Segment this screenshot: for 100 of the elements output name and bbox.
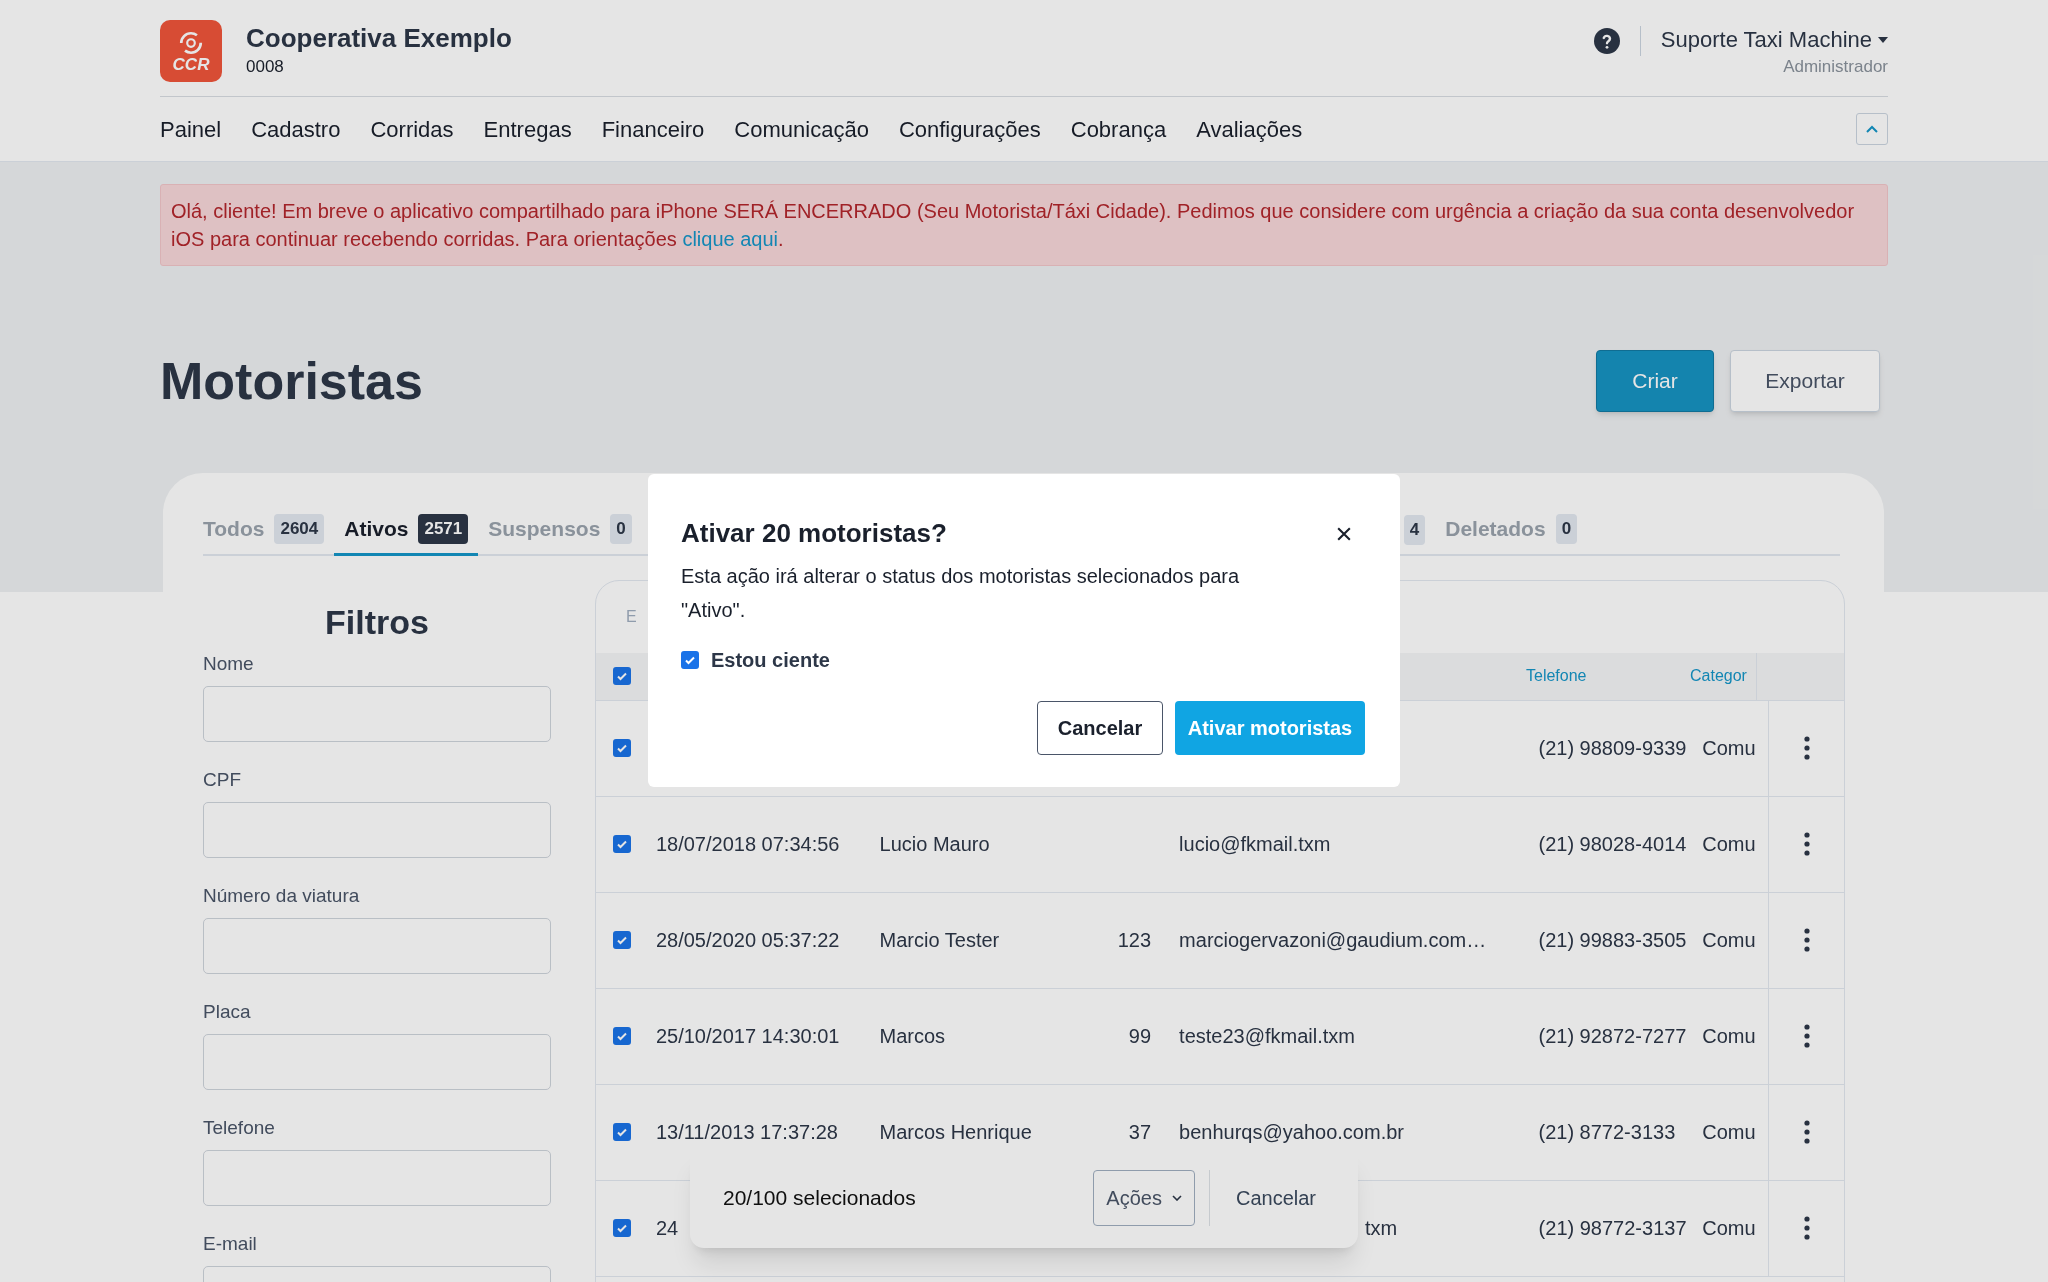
confirm-label: Estou ciente bbox=[711, 648, 830, 673]
date-cell: 25/10/2017 14:30:01 bbox=[655, 1025, 840, 1047]
phone-cell: (21) 98809-9339 bbox=[1538, 737, 1687, 759]
filter-field[interactable] bbox=[203, 917, 551, 974]
tab[interactable]: Suspensos 0 bbox=[488, 513, 632, 556]
collapse-button[interactable] bbox=[1856, 113, 1888, 145]
filter-label: Placa bbox=[203, 999, 252, 1024]
more-icon[interactable] bbox=[1803, 1216, 1810, 1240]
tab-count: 2604 bbox=[274, 514, 325, 544]
caret-icon bbox=[1878, 37, 1888, 43]
email-cell: txm bbox=[1364, 1217, 1398, 1239]
tab[interactable]: 4 bbox=[1403, 515, 1426, 556]
confirm-checkbox[interactable] bbox=[681, 651, 699, 669]
swirl-icon bbox=[178, 29, 204, 56]
close-icon[interactable] bbox=[1337, 526, 1351, 541]
category-cell: Comu bbox=[1702, 737, 1756, 759]
name-cell: Marcos bbox=[879, 1025, 946, 1047]
more-icon[interactable] bbox=[1803, 1024, 1810, 1048]
check-icon bbox=[684, 654, 696, 666]
filter-label: Telefone bbox=[203, 1115, 276, 1140]
more-icon[interactable] bbox=[1803, 832, 1810, 856]
filters-title: Filtros bbox=[324, 601, 430, 642]
category-cell: Comu bbox=[1702, 833, 1756, 855]
table-caption: E bbox=[626, 606, 637, 627]
export-button[interactable]: Exportar bbox=[1730, 350, 1880, 412]
tab[interactable]: Deletados 0 bbox=[1445, 513, 1578, 556]
tab-label: Todos bbox=[203, 516, 265, 542]
filter-field[interactable] bbox=[203, 1033, 551, 1090]
nav-link[interactable]: Avaliações bbox=[1196, 112, 1303, 146]
tab[interactable]: Todos 2604 bbox=[203, 513, 325, 556]
date-cell: 18/07/2018 07:34:56 bbox=[655, 833, 840, 855]
row-checkbox[interactable] bbox=[613, 1027, 631, 1045]
filter-label: CPF bbox=[203, 767, 242, 792]
filter-field[interactable] bbox=[203, 685, 551, 742]
actions-dropdown[interactable]: Ações bbox=[1093, 1170, 1195, 1226]
email-cell: lucio@fkmail.txm bbox=[1179, 833, 1331, 855]
phone-cell: (21) 8772-3133 bbox=[1538, 1121, 1676, 1143]
row-checkbox[interactable] bbox=[613, 739, 631, 757]
number-cell: 37 bbox=[1128, 1121, 1152, 1143]
nav-link[interactable]: Cadastro bbox=[251, 112, 341, 146]
column-header: Telefone bbox=[1526, 667, 1587, 684]
nav-link[interactable]: Entregas bbox=[483, 112, 572, 146]
tab-count: 4 bbox=[1403, 515, 1426, 545]
row-checkbox[interactable] bbox=[613, 835, 631, 853]
help-icon[interactable] bbox=[1593, 28, 1620, 54]
tab-count: 0 bbox=[610, 514, 632, 544]
email-cell: benhurqs@yahoo.com.br bbox=[1179, 1121, 1404, 1143]
dialog-title: Ativar 20 motoristas? bbox=[681, 517, 947, 550]
filter-label: E-mail bbox=[203, 1231, 258, 1256]
phone-cell: (21) 99883-3505 bbox=[1538, 929, 1687, 951]
tab-label: Suspensos bbox=[488, 516, 601, 542]
chevron-up-icon bbox=[1866, 125, 1878, 133]
tab-count: 2571 bbox=[418, 514, 469, 544]
more-icon[interactable] bbox=[1803, 928, 1810, 952]
email-cell: teste23@fkmail.txm bbox=[1179, 1025, 1355, 1047]
more-icon[interactable] bbox=[1803, 1120, 1810, 1144]
cancel-button[interactable]: Cancelar bbox=[1037, 701, 1163, 755]
user-role: Administrador bbox=[1783, 56, 1888, 78]
select-all-checkbox[interactable] bbox=[613, 667, 631, 685]
row-checkbox[interactable] bbox=[613, 1219, 631, 1237]
row-checkbox[interactable] bbox=[613, 1123, 631, 1141]
nav-link[interactable]: Corridas bbox=[370, 112, 454, 146]
check-icon bbox=[616, 742, 628, 754]
nav-link[interactable]: Painel bbox=[160, 112, 222, 146]
number-cell: 99 bbox=[1128, 1025, 1152, 1047]
filter-label: Número da viatura bbox=[203, 883, 361, 908]
column-header: Categor bbox=[1690, 667, 1747, 684]
phone-cell: (21) 98772-3137 bbox=[1538, 1217, 1687, 1239]
page-title: Motoristas bbox=[160, 351, 423, 412]
check-icon bbox=[616, 1126, 628, 1138]
nav-link[interactable]: Comunicação bbox=[734, 112, 869, 146]
nav-link[interactable]: Financeiro bbox=[601, 112, 705, 146]
tab[interactable]: Ativos 2571 bbox=[334, 513, 479, 556]
company-name: Cooperativa Exemplo bbox=[246, 22, 512, 54]
row-checkbox[interactable] bbox=[613, 931, 631, 949]
logo-text: CCR bbox=[172, 55, 210, 73]
filter-field[interactable] bbox=[203, 801, 551, 858]
check-icon bbox=[616, 1222, 628, 1234]
tab-label: Deletados bbox=[1445, 516, 1546, 542]
cancel-selection-button[interactable]: Cancelar bbox=[1223, 1183, 1328, 1213]
check-icon bbox=[616, 934, 628, 946]
filter-field[interactable] bbox=[203, 1149, 551, 1206]
filter-label: Nome bbox=[203, 651, 255, 676]
user-menu[interactable]: Suporte Taxi Machine bbox=[1660, 26, 1888, 54]
nav-link[interactable]: Cobrança bbox=[1070, 112, 1167, 146]
more-icon[interactable] bbox=[1803, 736, 1810, 760]
check-icon bbox=[616, 1030, 628, 1042]
category-cell: Comu bbox=[1702, 1121, 1756, 1143]
nav-link[interactable]: Configurações bbox=[898, 112, 1041, 146]
check-icon bbox=[616, 838, 628, 850]
date-cell: 28/05/2020 05:37:22 bbox=[655, 929, 840, 951]
name-cell: Marcio Tester bbox=[879, 929, 1000, 951]
date-cell: 24 bbox=[655, 1217, 679, 1239]
phone-cell: (21) 98028-4014 bbox=[1538, 833, 1687, 855]
name-cell: Marcos Henrique bbox=[879, 1121, 1032, 1143]
number-cell: 123 bbox=[1117, 929, 1152, 951]
category-cell: Comu bbox=[1702, 929, 1756, 951]
tab-label: Ativos bbox=[344, 516, 409, 542]
selection-count: 20/100 selecionados bbox=[723, 1185, 917, 1212]
company-code: 0008 bbox=[246, 56, 285, 78]
